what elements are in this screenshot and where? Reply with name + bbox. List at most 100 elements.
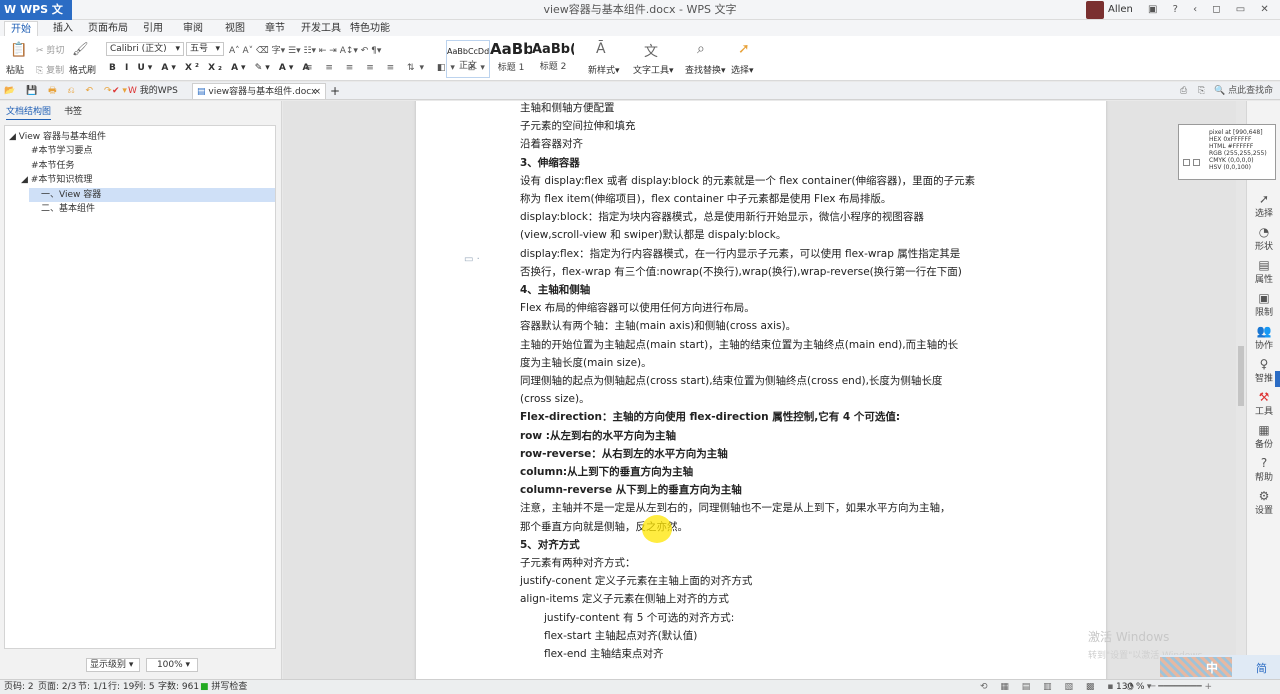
document-page[interactable]: 主轴和侧轴方便配置 子元素的空间拉伸和填充 沿着容器对齐 3、伸缩容器 设有 displ… <box>416 101 1106 679</box>
tab-my-wps[interactable]: W 我的WPS <box>128 83 178 99</box>
tree-item[interactable]: 二、基本组件 <box>41 202 95 216</box>
copy-button[interactable]: ⎘ 复制 <box>36 63 64 76</box>
doc-line[interactable]: justify-content 有 5 个可选的对齐方式: <box>544 609 734 627</box>
doc-line[interactable]: 主轴的开始位置为主轴起点(main start)，主轴的结束位置为主轴终点(ma… <box>520 336 958 354</box>
doc-line[interactable]: 称为 flex item(伸缩项目)，flex container 中子元素都是… <box>520 190 891 208</box>
wps-menu-button[interactable]: W WPS 文字 ▾ <box>0 0 72 36</box>
zoom-level[interactable]: 130 % <box>1116 680 1145 694</box>
new-tab-button[interactable]: + <box>330 83 340 99</box>
section-heading[interactable]: 3、伸缩容器 <box>520 154 580 172</box>
tab-review[interactable]: 审阅 <box>178 21 208 36</box>
doc-line[interactable]: flex-end 主轴结束点对齐 <box>544 645 664 663</box>
paste-button[interactable]: 粘贴 <box>6 63 24 76</box>
doc-line[interactable]: 主轴和侧轴方便配置 <box>520 101 615 117</box>
sidebar-restrict[interactable]: ▣ 限制 <box>1247 292 1280 319</box>
ime-simplified[interactable]: 简 <box>1256 660 1267 676</box>
new-style-icon[interactable]: Ā <box>596 41 606 57</box>
font-grow-shrink-icon[interactable]: A˄ A˅ ⌫ 字▾ ☰▾ ☷▾ ⇤ ⇥ A↕▾ ↶ ¶▾ <box>229 43 381 56</box>
tab-page-layout[interactable]: 页面布局 <box>88 21 128 36</box>
user-name[interactable]: Allen <box>1108 0 1133 20</box>
style-heading-1[interactable]: AaBb 标题 1 <box>490 40 532 78</box>
select-button[interactable]: 选择▾ <box>731 63 754 76</box>
ime-widget[interactable]: 中 简 <box>1160 655 1280 679</box>
doc-line[interactable]: 同理侧轴的起点为侧轴起点(cross start),结束位置为侧轴终点(cros… <box>520 372 942 390</box>
doc-line[interactable]: column:从上到下的垂直方向为主轴 <box>520 463 693 481</box>
sidebar-tools[interactable]: ⚒ 工具 <box>1247 391 1280 418</box>
find-replace-icon[interactable]: ⌕ <box>697 41 705 57</box>
tab-insert[interactable]: 插入 <box>48 21 78 36</box>
doc-line[interactable]: column-reverse 从下到上的垂直方向为主轴 <box>520 481 742 499</box>
spell-check-button[interactable]: ■ 拼写检查 <box>200 680 247 694</box>
text-tools-icon[interactable]: 文 <box>644 41 658 61</box>
doc-line[interactable]: 否换行，flex-wrap 有三个值:nowrap(不换行),wrap(换行),… <box>520 263 962 281</box>
text-format-icons[interactable]: B I U▾ A▾ X² X₂ A▾ ✎▾ A▾ A <box>109 63 312 73</box>
doc-action-icons[interactable]: ⎙ ⎘ <box>1180 83 1209 99</box>
find-replace-button[interactable]: 查找替换▾ <box>685 63 726 76</box>
zoom-slider[interactable]: ─ ━━━━━━━━ + <box>1150 680 1212 694</box>
window-controls[interactable]: ▣ ? ‹ ◻ ▭ ✕ <box>1148 0 1275 20</box>
cut-button[interactable]: ✂ 剪切 <box>36 43 64 56</box>
doc-line[interactable]: flex-start 主轴起点对齐(默认值) <box>544 627 697 645</box>
doc-line[interactable]: justify-conent 定义子元素在主轴上面的对齐方式 <box>520 572 752 590</box>
tab-bookmark[interactable]: 书签 <box>64 105 82 119</box>
sidebar-backup[interactable]: ▦ 备份 <box>1247 424 1280 451</box>
sidebar-shape[interactable]: ◔ 形状 <box>1247 226 1280 253</box>
tab-view[interactable]: 视图 <box>220 21 250 36</box>
display-level-select[interactable]: 显示级别 ▾ <box>86 658 140 672</box>
nav-zoom-select[interactable]: 100% ▾ <box>146 658 198 672</box>
sidebar-settings[interactable]: ⚙ 设置 <box>1247 490 1280 517</box>
tab-document[interactable]: ▤ view容器与基本组件.docx × <box>192 83 326 99</box>
tab-chapter[interactable]: 章节 <box>260 21 290 36</box>
format-painter-button[interactable]: 格式刷 <box>69 63 96 76</box>
tree-item-selected[interactable]: 一、View 容器 <box>29 188 275 202</box>
sidebar-collapse-handle[interactable] <box>1275 371 1280 387</box>
doc-line[interactable]: Flex 布局的伸缩容器可以使用任何方向进行布局。 <box>520 299 755 317</box>
doc-line[interactable]: 子元素有两种对齐方式： <box>520 554 636 572</box>
doc-line[interactable]: (cross size)。 <box>520 390 590 408</box>
avatar[interactable] <box>1086 1 1104 19</box>
doc-line[interactable]: 度为主轴长度(main size)。 <box>520 354 652 372</box>
doc-line[interactable]: 子元素的空间拉伸和填充 <box>520 117 636 135</box>
doc-line[interactable]: Flex-direction：主轴的方向使用 flex-direction 属性… <box>520 408 900 426</box>
ime-mode[interactable]: 中 <box>1206 659 1218 676</box>
font-select[interactable]: Calibri (正文) ▾ <box>106 42 184 56</box>
doc-line[interactable]: display:flex：指定为行内容器模式，在一行内显示子元素，可以使用 fl… <box>520 245 960 263</box>
doc-line[interactable]: align-items 定义子元素在侧轴上对齐的方式 <box>520 590 729 608</box>
font-size-select[interactable]: 五号 ▾ <box>186 42 224 56</box>
new-style-button[interactable]: 新样式▾ <box>588 63 620 76</box>
section-heading[interactable]: 4、主轴和侧轴 <box>520 281 590 299</box>
style-normal[interactable]: AaBbCcDd 正文 <box>446 40 490 78</box>
select-cursor-icon[interactable]: ➚ <box>738 41 750 57</box>
doc-line[interactable]: row :从左到右的水平方向为主轴 <box>520 427 676 445</box>
doc-line[interactable]: (view,scroll-view 和 swiper)默认都是 dispaly:… <box>520 226 786 244</box>
tab-developer[interactable]: 开发工具 <box>300 21 342 36</box>
tree-item[interactable]: #本节任务 <box>31 159 75 173</box>
tab-home[interactable]: 开始 <box>4 21 38 36</box>
doc-line[interactable]: 沿着容器对齐 <box>520 135 583 153</box>
section-heading[interactable]: 5、对齐方式 <box>520 536 580 554</box>
command-search[interactable]: 🔍 点此查找命令 <box>1214 83 1280 112</box>
sidebar-collab[interactable]: 👥 协作 <box>1247 325 1280 352</box>
tree-item[interactable]: #本节学习要点 <box>31 144 93 158</box>
sidebar-select[interactable]: ➚ 选择 <box>1247 193 1280 220</box>
close-icon[interactable]: × <box>313 84 321 100</box>
text-tools-button[interactable]: 文字工具▾ <box>633 63 674 76</box>
vertical-scrollbar[interactable] <box>1236 101 1246 679</box>
paragraph-marker-icon[interactable]: ▭ · <box>464 254 480 265</box>
tree-item[interactable]: ◢ #本节知识梳理 <box>21 173 92 187</box>
style-heading-2[interactable]: AaBb(标题 2 <box>532 40 574 78</box>
tab-outline[interactable]: 文档结构图 <box>6 105 52 120</box>
doc-line[interactable]: 注意，主轴并不是一定是从左到右的，同理侧轴也不一定是从上到下，如果水平方向为主轴… <box>520 499 951 517</box>
doc-line[interactable]: 设有 display:flex 或者 display:block 的元素就是一个… <box>520 172 975 190</box>
format-painter-icon[interactable]: 🖌 <box>72 42 89 57</box>
tab-special[interactable]: 特色功能 <box>350 21 390 36</box>
doc-line[interactable]: display:block：指定为块内容器模式，总是使用新行开始显示，微信小程序… <box>520 208 924 226</box>
scroll-thumb[interactable] <box>1238 346 1244 406</box>
tree-item[interactable]: ◢ View 容器与基本组件 <box>9 130 106 144</box>
paste-icon[interactable]: 📋 <box>10 42 27 58</box>
doc-line[interactable]: 容器默认有两个轴：主轴(main axis)和侧轴(cross axis)。 <box>520 317 796 335</box>
sidebar-properties[interactable]: ▤ 属性 <box>1247 259 1280 286</box>
sidebar-help[interactable]: ? 帮助 <box>1247 457 1280 484</box>
doc-line[interactable]: row-reverse：从右到左的水平方向为主轴 <box>520 445 728 463</box>
tab-references[interactable]: 引用 <box>138 21 168 36</box>
